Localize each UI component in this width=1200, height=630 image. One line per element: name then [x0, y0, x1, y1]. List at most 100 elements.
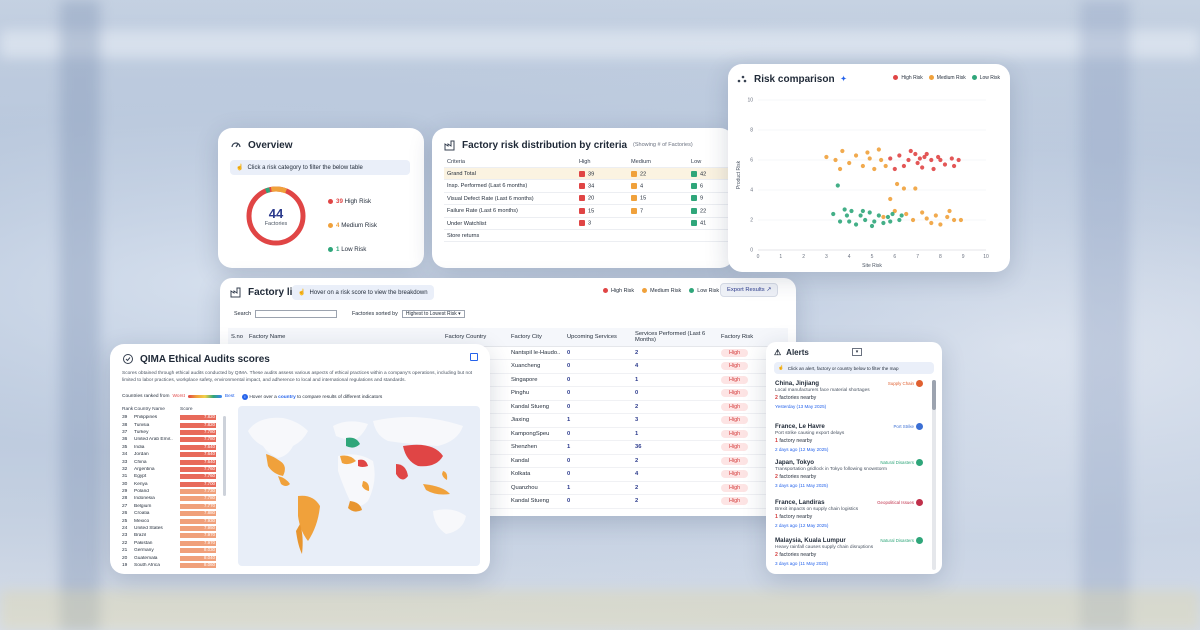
scatter-point[interactable]: [890, 211, 895, 217]
scatter-point[interactable]: [938, 222, 943, 227]
scatter-point[interactable]: [847, 160, 852, 166]
legend-medium-risk[interactable]: 4 Medium Risk: [328, 214, 377, 238]
scatter-point[interactable]: [888, 156, 893, 161]
scatter-point[interactable]: [844, 213, 850, 218]
ranking-row[interactable]: 31 Egypt 7.760: [122, 473, 232, 480]
scatter-point[interactable]: [920, 210, 925, 215]
ranking-row[interactable]: 26 Croatia 7.880: [122, 510, 232, 517]
high-count-cell[interactable]: 34: [576, 179, 628, 193]
alert-nearby[interactable]: 2 factories nearby: [775, 395, 929, 401]
scatter-point[interactable]: [869, 223, 875, 229]
ranking-row[interactable]: 36 United Arab Emir.. 7.780: [122, 436, 232, 443]
criteria-row[interactable]: Grand Total 39 22 42: [444, 167, 732, 181]
risk-badge[interactable]: High: [721, 375, 749, 384]
scatter-point[interactable]: [876, 147, 881, 152]
scatter-point[interactable]: [924, 151, 929, 157]
scatter-point[interactable]: [901, 186, 907, 191]
ranking-row[interactable]: 20 Guatemala 8.040: [122, 554, 232, 561]
alert-item[interactable]: Malaysia, Kuala Lumpur Natural Disasters H…: [775, 537, 929, 566]
scatter-point[interactable]: [933, 213, 938, 218]
scatter-point[interactable]: [881, 214, 886, 220]
export-results-button[interactable]: Export Results ↗: [720, 283, 779, 297]
scatter-point[interactable]: [837, 166, 843, 172]
scatter-point[interactable]: [899, 213, 904, 218]
scatter-point[interactable]: [910, 217, 916, 223]
scatter-point[interactable]: [924, 216, 929, 221]
scatter-point[interactable]: [824, 154, 829, 160]
ranking-row[interactable]: 25 Mexico 7.930: [122, 517, 232, 524]
low-count-cell[interactable]: 41: [688, 217, 732, 231]
scatter-point[interactable]: [906, 157, 911, 163]
criteria-row[interactable]: Under Watchlist 3 41: [444, 217, 732, 231]
scatter-point[interactable]: [867, 156, 872, 161]
scatter-point[interactable]: [858, 213, 863, 218]
scatter-point[interactable]: [876, 213, 881, 218]
scatter-point[interactable]: [942, 162, 948, 167]
scatter-point[interactable]: [956, 157, 961, 163]
scatter-point[interactable]: [867, 210, 872, 215]
criteria-row[interactable]: Insp. Performed (Last 6 months) 34 4 6: [444, 179, 732, 193]
criteria-row[interactable]: Store returns: [444, 229, 732, 243]
high-count-cell[interactable]: 15: [576, 204, 628, 218]
scatter-point[interactable]: [872, 219, 877, 224]
scatter-point[interactable]: [837, 219, 843, 224]
low-count-cell[interactable]: [688, 229, 732, 243]
scatter-point[interactable]: [913, 151, 918, 157]
scatter-point[interactable]: [897, 153, 902, 158]
low-count-cell[interactable]: 6: [688, 179, 732, 193]
scatter-point[interactable]: [931, 166, 936, 172]
scatter-point[interactable]: [949, 156, 954, 161]
alert-nearby[interactable]: 2 factories nearby: [775, 552, 929, 558]
alert-item[interactable]: France, Le Havre Port Strike Port strike c…: [775, 423, 929, 452]
alert-nearby[interactable]: 2 factories nearby: [775, 474, 929, 480]
legend-low-risk[interactable]: 1 Low Risk: [328, 238, 377, 262]
scatter-point[interactable]: [951, 217, 957, 223]
risk-badge[interactable]: High: [721, 402, 749, 411]
ranking-row[interactable]: 19 South Africa 8.060: [122, 562, 232, 569]
scatter-point[interactable]: [929, 220, 934, 226]
medium-count-cell[interactable]: [628, 229, 688, 243]
alert-item[interactable]: Japan, Tokyo Natural Disasters Transportat…: [775, 459, 929, 488]
risk-badge[interactable]: High: [721, 348, 749, 357]
ranking-row[interactable]: 24 United States 7.950: [122, 525, 232, 532]
ranking-row[interactable]: 37 Turkey 7.780: [122, 429, 232, 436]
high-count-cell[interactable]: 20: [576, 192, 628, 206]
high-count-cell[interactable]: 3: [576, 217, 628, 231]
scatter-point[interactable]: [929, 157, 934, 163]
world-map[interactable]: [238, 406, 480, 566]
scatter-point[interactable]: [860, 163, 865, 169]
alert-nearby[interactable]: 1 factory nearby: [775, 514, 929, 520]
scatter-point[interactable]: [881, 220, 886, 226]
scatter-point[interactable]: [865, 150, 870, 155]
scatter-point[interactable]: [951, 163, 957, 169]
scatter-point[interactable]: [892, 166, 897, 172]
medium-count-cell[interactable]: 15: [628, 192, 688, 206]
scatter-point[interactable]: [885, 214, 891, 220]
low-count-cell[interactable]: 22: [688, 204, 732, 218]
medium-count-cell[interactable]: 7: [628, 204, 688, 218]
risk-badge[interactable]: High: [721, 416, 749, 425]
scatter-point[interactable]: [833, 157, 838, 163]
scatter-point[interactable]: [958, 217, 964, 223]
scatter-point[interactable]: [913, 186, 918, 191]
criteria-row[interactable]: Failure Rate (Last 6 months) 15 7 22: [444, 204, 732, 218]
alerts-dropdown[interactable]: ▾: [852, 348, 862, 356]
alert-item[interactable]: France, Landiras Geopolitical Issues Brexi…: [775, 499, 929, 528]
alerts-scrollbar[interactable]: [932, 380, 936, 570]
scatter-point[interactable]: [888, 219, 893, 224]
ranking-row[interactable]: 33 China 7.640: [122, 458, 232, 465]
low-count-cell[interactable]: 9: [688, 192, 732, 206]
ranking-row[interactable]: 34 Jordan 7.640: [122, 451, 232, 458]
scatter-point[interactable]: [853, 153, 859, 158]
ranking-row[interactable]: 32 Argentina 7.760: [122, 466, 232, 473]
sort-dropdown[interactable]: Highest to Lowest Risk ▾: [401, 310, 465, 318]
risk-badge[interactable]: High: [721, 483, 749, 492]
scatter-point[interactable]: [888, 196, 893, 202]
scatter-point[interactable]: [904, 211, 909, 217]
scatter-point[interactable]: [894, 181, 900, 187]
medium-count-cell[interactable]: 4: [628, 179, 688, 193]
scatter-point[interactable]: [847, 219, 852, 224]
scatter-point[interactable]: [938, 157, 943, 163]
low-count-cell[interactable]: 42: [688, 167, 732, 181]
ranking-row[interactable]: 23 Brazil 7.970: [122, 532, 232, 539]
